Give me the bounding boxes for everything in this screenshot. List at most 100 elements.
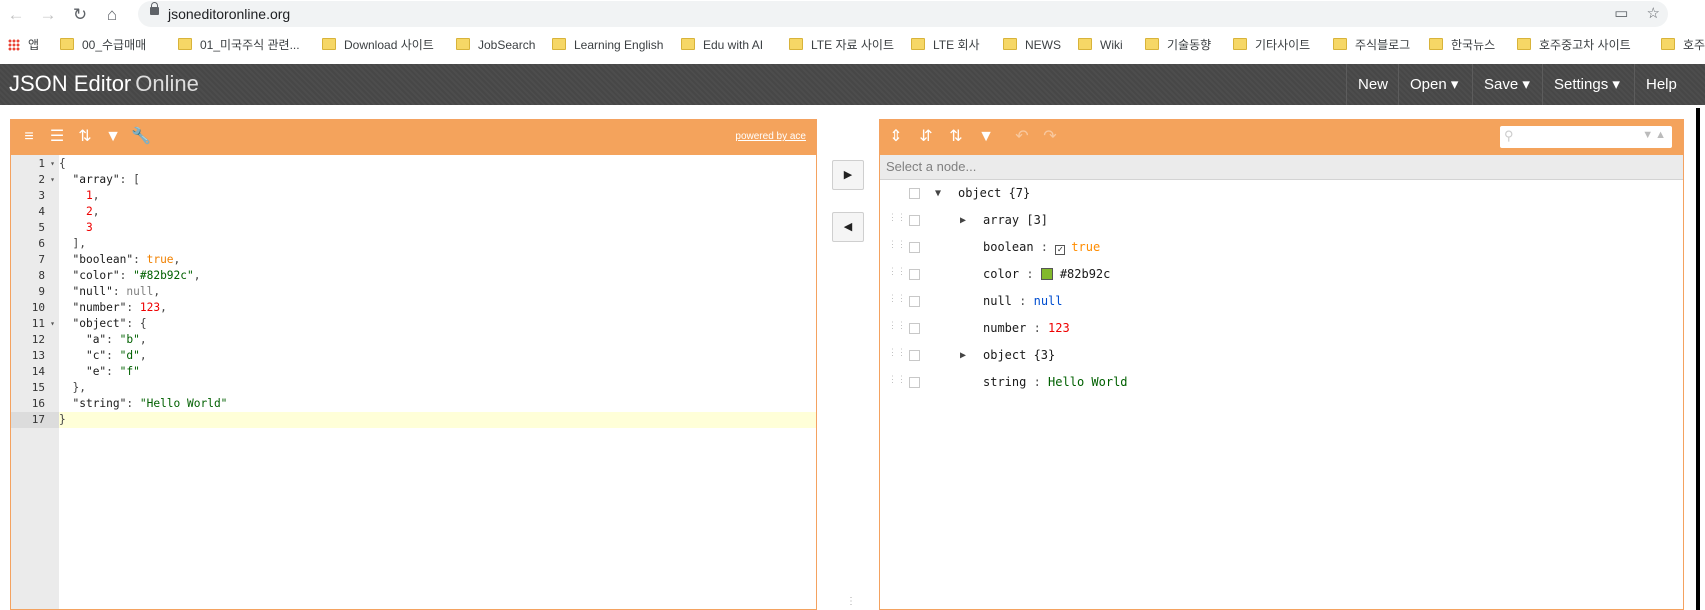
sort-icon[interactable]: ⇅	[75, 128, 95, 146]
url-text[interactable]: jsoneditoronline.org	[168, 6, 290, 22]
copy-to-right-button[interactable]: ▶	[832, 160, 864, 190]
drag-handle-icon[interactable]: ⋮⋮	[888, 376, 906, 389]
context-menu-button[interactable]	[909, 350, 920, 361]
bookmark-item[interactable]: Download 사이트	[322, 36, 434, 54]
field-name[interactable]: null	[983, 294, 1012, 308]
tree-node-field[interactable]: color : #82b92c	[983, 261, 1110, 288]
code-line[interactable]: 1,	[59, 188, 816, 204]
code-line[interactable]: "array": [	[59, 172, 816, 188]
line-number[interactable]: 2	[11, 172, 59, 188]
code-line[interactable]: {	[59, 156, 816, 172]
expand-all-icon[interactable]: ⇕	[886, 128, 906, 146]
bookmark-item[interactable]: JobSearch	[456, 36, 535, 54]
field-value[interactable]: 123	[1048, 321, 1070, 335]
code-line[interactable]: },	[59, 380, 816, 396]
splitter-handle-icon[interactable]: ⋮	[846, 596, 856, 607]
code-line[interactable]: "number": 123,	[59, 300, 816, 316]
compact-icon[interactable]: ☰	[47, 128, 67, 146]
tree-search-box[interactable]: ⚲ ▼▲	[1500, 126, 1672, 148]
bookmark-item[interactable]: 앱	[8, 36, 39, 54]
bookmark-item[interactable]: 00_수급매매	[60, 36, 146, 54]
filter-icon[interactable]: ▼	[976, 128, 996, 146]
bookmark-item[interactable]: 호주	[1661, 36, 1705, 54]
help-button[interactable]: Help	[1634, 64, 1688, 105]
field-name[interactable]: array [3]	[983, 213, 1048, 227]
filter-icon[interactable]: ▼	[103, 128, 123, 146]
bookmark-item[interactable]: 01_미국주식 관련...	[178, 36, 300, 54]
field-name[interactable]: number	[983, 321, 1026, 335]
reload-icon[interactable]: ↻	[69, 4, 91, 26]
bookmark-item[interactable]: LTE 회사	[911, 36, 980, 54]
code-line[interactable]: 3	[59, 220, 816, 236]
drag-handle-icon[interactable]: ⋮⋮	[888, 241, 906, 254]
field-value[interactable]: null	[1034, 294, 1063, 308]
code-line[interactable]: ],	[59, 236, 816, 252]
code-line[interactable]: 2,	[59, 204, 816, 220]
boolean-checkbox[interactable]: ✓	[1055, 245, 1066, 255]
field-value[interactable]: Hello World	[1048, 375, 1127, 389]
bookmark-item[interactable]: 주식블로그	[1333, 36, 1410, 54]
bookmark-item[interactable]: 기타사이트	[1233, 36, 1310, 54]
address-bar[interactable]: jsoneditoronline.org ▭ ☆	[138, 1, 1668, 27]
code-line[interactable]: "string": "Hello World"	[59, 396, 816, 412]
field-name[interactable]: boolean	[983, 240, 1034, 254]
drag-handle-icon[interactable]: ⋮⋮	[888, 214, 906, 227]
tree-node-field[interactable]: number : 123	[983, 315, 1070, 342]
undo-icon[interactable]: ↶	[1012, 128, 1032, 146]
code-text-area[interactable]: { "array": [ 1, 2, 3 ], "boolean": true,…	[59, 155, 816, 609]
code-line[interactable]: }	[59, 412, 816, 428]
tree-node[interactable]: ⋮⋮ null : null	[880, 288, 1683, 315]
powered-by-ace-link[interactable]: powered by ace	[735, 131, 806, 142]
field-name[interactable]: object {3}	[983, 348, 1055, 362]
tree-node[interactable]: ⋮⋮ number : 123	[880, 315, 1683, 342]
tree-node[interactable]: ⋮⋮ ▶ object {3}	[880, 342, 1683, 369]
line-number[interactable]: 1	[11, 156, 59, 172]
tree-node[interactable]: ⋮⋮ string : Hello World	[880, 369, 1683, 396]
bookmark-star-icon[interactable]: ☆	[1647, 5, 1660, 22]
copy-to-left-button[interactable]: ◀	[832, 212, 864, 242]
context-menu-button[interactable]	[909, 188, 920, 199]
repair-wrench-icon[interactable]: 🔧	[131, 128, 151, 146]
field-name[interactable]: string	[983, 375, 1026, 389]
forward-icon[interactable]: →	[37, 4, 59, 26]
tree-node[interactable]: ⋮⋮ color : #82b92c	[880, 261, 1683, 288]
field-value[interactable]: true	[1071, 240, 1100, 254]
collapse-arrow-icon[interactable]: ▼	[935, 180, 941, 207]
line-number[interactable]: 11	[11, 316, 59, 332]
tree-node[interactable]: ⋮⋮ boolean : ✓ true	[880, 234, 1683, 261]
save-menu-button[interactable]: Save ▾	[1472, 64, 1541, 105]
expand-arrow-icon[interactable]: ▶	[960, 207, 966, 234]
bookmark-item[interactable]: 한국뉴스	[1429, 36, 1495, 54]
context-menu-button[interactable]	[909, 269, 920, 280]
settings-menu-button[interactable]: Settings ▾	[1542, 64, 1631, 105]
code-line[interactable]: "a": "b",	[59, 332, 816, 348]
code-line[interactable]: "null": null,	[59, 284, 816, 300]
drag-handle-icon[interactable]: ⋮⋮	[888, 349, 906, 362]
tree-node-field[interactable]: null : null	[983, 288, 1063, 315]
field-name[interactable]: object {7}	[958, 186, 1030, 200]
collapse-all-icon[interactable]: ⇵	[916, 128, 936, 146]
new-button[interactable]: New	[1346, 64, 1399, 105]
tree-node[interactable]: ⋮⋮ ▶ array [3]	[880, 207, 1683, 234]
code-line[interactable]: "object": {	[59, 316, 816, 332]
tree-node-field[interactable]: boolean : ✓ true	[983, 234, 1100, 261]
tree-node[interactable]: ▼ object {7}	[880, 180, 1683, 207]
code-line[interactable]: "e": "f"	[59, 364, 816, 380]
bookmark-item[interactable]: 호주중고차 사이트	[1517, 36, 1631, 54]
back-icon[interactable]: ←	[5, 4, 27, 26]
sort-icon[interactable]: ⇅	[946, 128, 966, 146]
bookmark-item[interactable]: Edu with AI	[681, 36, 763, 54]
bookmark-item[interactable]: 기술동향	[1145, 36, 1211, 54]
code-line[interactable]: "boolean": true,	[59, 252, 816, 268]
bookmark-item[interactable]: Wiki	[1078, 36, 1123, 54]
format-icon[interactable]: ≡	[19, 128, 39, 146]
expand-arrow-icon[interactable]: ▶	[960, 342, 966, 369]
context-menu-button[interactable]	[909, 377, 920, 388]
node-navigation-bar[interactable]: Select a node...	[880, 155, 1683, 180]
search-nav-icons[interactable]: ▼▲	[1642, 129, 1668, 141]
redo-icon[interactable]: ↷	[1040, 128, 1060, 146]
bookmark-item[interactable]: NEWS	[1003, 36, 1061, 54]
bookmark-item[interactable]: Learning English	[552, 36, 663, 54]
field-name[interactable]: color	[983, 267, 1019, 281]
code-line[interactable]: "color": "#82b92c",	[59, 268, 816, 284]
